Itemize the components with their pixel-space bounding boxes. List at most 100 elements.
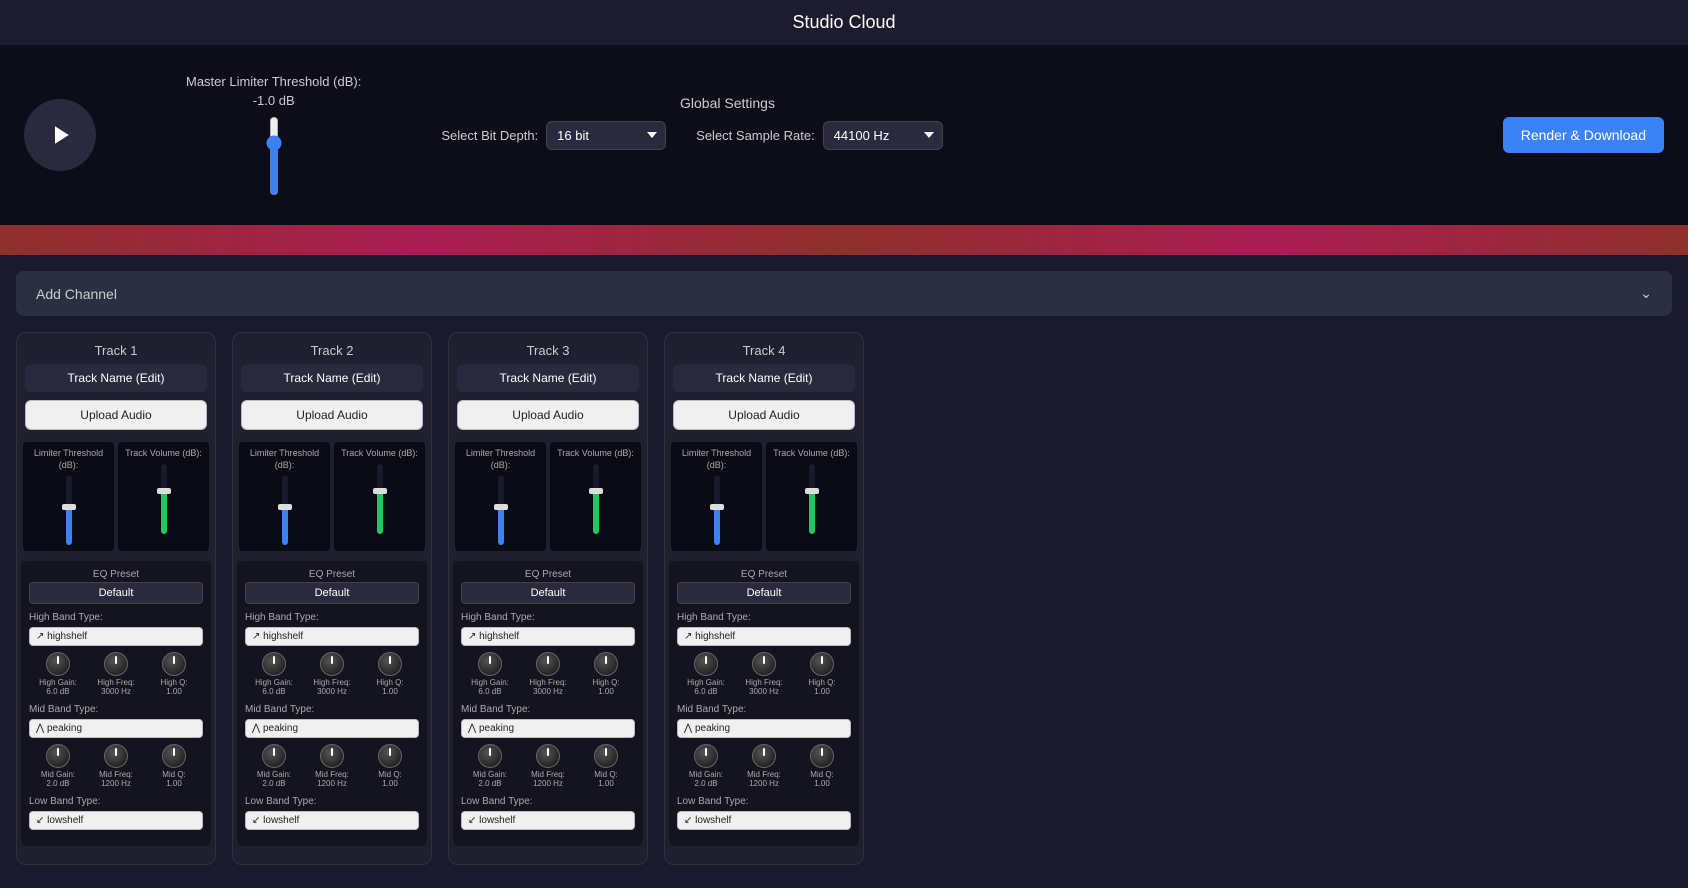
high-q-knob-3[interactable] xyxy=(594,652,618,676)
eq-preset-select-1[interactable]: Default Flat Boost Bass Boost Treble xyxy=(29,582,203,604)
mid-knobs-row-2 xyxy=(245,744,419,768)
track-name-btn-3[interactable]: Track Name (Edit) xyxy=(457,364,639,392)
bit-depth-select[interactable]: 16 bit 24 bit 32 bit xyxy=(546,121,666,150)
low-band-type-select-4[interactable]: ↙ lowshelf peaking lowpass xyxy=(677,811,851,830)
high-freq-label-3: High Freq:3000 Hz xyxy=(528,678,568,696)
mid-q-label-2: Mid Q:1.00 xyxy=(370,770,410,788)
high-gain-knob-4[interactable] xyxy=(694,652,718,676)
play-icon xyxy=(45,120,75,150)
mid-q-knob-2[interactable] xyxy=(378,744,402,768)
high-freq-label-2: High Freq:3000 Hz xyxy=(312,678,352,696)
master-limiter-slider[interactable] xyxy=(270,116,278,196)
mid-knobs-row-3 xyxy=(461,744,635,768)
low-band-type-select-3[interactable]: ↙ lowshelf peaking lowpass xyxy=(461,811,635,830)
eq-preset-select-3[interactable]: Default Flat Boost Bass Boost Treble xyxy=(461,582,635,604)
volume-fader-group-2: Track Volume (dB): xyxy=(334,442,425,551)
upload-audio-btn-1[interactable]: Upload Audio xyxy=(25,400,207,430)
limiter-fader-track-3 xyxy=(498,475,504,545)
mid-gain-knob-2[interactable] xyxy=(262,744,286,768)
mid-band-type-select-2[interactable]: ⋀ peaking highshelf lowshelf xyxy=(245,719,419,738)
mid-band-label-4: Mid Band Type: xyxy=(677,704,851,715)
mid-gain-knob-4[interactable] xyxy=(694,744,718,768)
mid-band-section-4: Mid Band Type: ⋀ peaking highshelf lowsh… xyxy=(677,704,851,788)
bit-depth-group: Select Bit Depth: 16 bit 24 bit 32 bit xyxy=(441,121,666,150)
mid-q-knob-4[interactable] xyxy=(810,744,834,768)
mid-knob-labels-1: Mid Gain:2.0 dB Mid Freq:1200 Hz Mid Q:1… xyxy=(29,770,203,788)
track-name-btn-4[interactable]: Track Name (Edit) xyxy=(673,364,855,392)
high-q-knob-4[interactable] xyxy=(810,652,834,676)
volume-fader-track-2 xyxy=(377,464,383,534)
limiter-fader-label-4: Limiter Threshold (dB): xyxy=(675,448,758,471)
high-q-label-1: High Q:1.00 xyxy=(154,678,194,696)
upload-audio-btn-2[interactable]: Upload Audio xyxy=(241,400,423,430)
high-freq-knob-4[interactable] xyxy=(752,652,776,676)
high-knob-labels-3: High Gain:6.0 dB High Freq:3000 Hz High … xyxy=(461,678,635,696)
high-band-type-select-1[interactable]: ↗ highshelf peaking highpass xyxy=(29,627,203,646)
mid-q-knob-3[interactable] xyxy=(594,744,618,768)
limiter-fader-group-2: Limiter Threshold (dB): xyxy=(239,442,330,551)
high-band-type-select-4[interactable]: ↗ highshelf peaking highpass xyxy=(677,627,851,646)
mid-freq-knob-3[interactable] xyxy=(536,744,560,768)
render-download-button[interactable]: Render & Download xyxy=(1503,117,1664,153)
master-limiter-group: Master Limiter Threshold (dB): -1.0 dB xyxy=(186,74,361,196)
title-bar: Studio Cloud xyxy=(0,0,1688,45)
high-knob-labels-1: High Gain:6.0 dB High Freq:3000 Hz High … xyxy=(29,678,203,696)
upload-audio-btn-4[interactable]: Upload Audio xyxy=(673,400,855,430)
mid-band-type-select-3[interactable]: ⋀ peaking highshelf lowshelf xyxy=(461,719,635,738)
track-panel-2: Track 2 Track Name (Edit) Upload Audio L… xyxy=(232,332,432,865)
eq-preset-select-2[interactable]: Default Flat Boost Bass Boost Treble xyxy=(245,582,419,604)
play-button[interactable] xyxy=(24,99,96,171)
track-name-btn-2[interactable]: Track Name (Edit) xyxy=(241,364,423,392)
low-band-type-select-1[interactable]: ↙ lowshelf peaking lowpass xyxy=(29,811,203,830)
high-band-type-select-3[interactable]: ↗ highshelf peaking highpass xyxy=(461,627,635,646)
faders-section-2: Limiter Threshold (dB): Track Volume (dB… xyxy=(233,440,431,553)
high-freq-knob-3[interactable] xyxy=(536,652,560,676)
eq-preset-label-1: EQ Preset xyxy=(29,569,203,580)
high-gain-knob-1[interactable] xyxy=(46,652,70,676)
mid-freq-knob-4[interactable] xyxy=(752,744,776,768)
add-channel-bar[interactable]: Add Channel ⌄ xyxy=(16,271,1672,316)
sample-rate-select[interactable]: 44100 Hz 48000 Hz 96000 Hz xyxy=(823,121,943,150)
mid-gain-label-2: Mid Gain:2.0 dB xyxy=(254,770,294,788)
mid-freq-knob-2[interactable] xyxy=(320,744,344,768)
mid-knob-labels-2: Mid Gain:2.0 dB Mid Freq:1200 Hz Mid Q:1… xyxy=(245,770,419,788)
high-gain-knob-3[interactable] xyxy=(478,652,502,676)
volume-fader-track-4 xyxy=(809,464,815,534)
high-knobs-row-4 xyxy=(677,652,851,676)
mid-q-knob-1[interactable] xyxy=(162,744,186,768)
eq-preset-select-4[interactable]: Default Flat Boost Bass Boost Treble xyxy=(677,582,851,604)
high-knobs-row-1 xyxy=(29,652,203,676)
eq-preset-label-4: EQ Preset xyxy=(677,569,851,580)
high-q-label-3: High Q:1.00 xyxy=(586,678,626,696)
faders-section-3: Limiter Threshold (dB): Track Volume (dB… xyxy=(449,440,647,553)
low-band-type-select-2[interactable]: ↙ lowshelf peaking lowpass xyxy=(245,811,419,830)
sample-rate-group: Select Sample Rate: 44100 Hz 48000 Hz 96… xyxy=(696,121,943,150)
mid-knobs-row-1 xyxy=(29,744,203,768)
high-band-label-2: High Band Type: xyxy=(245,612,419,623)
high-freq-knob-2[interactable] xyxy=(320,652,344,676)
high-band-type-select-2[interactable]: ↗ highshelf peaking highpass xyxy=(245,627,419,646)
high-band-label-1: High Band Type: xyxy=(29,612,203,623)
volume-fader-label-2: Track Volume (dB): xyxy=(341,448,418,460)
low-band-section-3: Low Band Type: ↙ lowshelf peaking lowpas… xyxy=(461,796,635,830)
high-q-knob-1[interactable] xyxy=(162,652,186,676)
high-freq-knob-1[interactable] xyxy=(104,652,128,676)
track-name-btn-1[interactable]: Track Name (Edit) xyxy=(25,364,207,392)
limiter-fader-group-3: Limiter Threshold (dB): xyxy=(455,442,546,551)
high-q-knob-2[interactable] xyxy=(378,652,402,676)
volume-fader-label-1: Track Volume (dB): xyxy=(125,448,202,460)
mid-gain-knob-3[interactable] xyxy=(478,744,502,768)
mid-band-type-select-4[interactable]: ⋀ peaking highshelf lowshelf xyxy=(677,719,851,738)
mid-freq-knob-1[interactable] xyxy=(104,744,128,768)
mid-band-type-select-1[interactable]: ⋀ peaking highshelf lowshelf xyxy=(29,719,203,738)
mid-gain-knob-1[interactable] xyxy=(46,744,70,768)
top-controls: Master Limiter Threshold (dB): -1.0 dB G… xyxy=(0,45,1688,225)
upload-audio-btn-3[interactable]: Upload Audio xyxy=(457,400,639,430)
mid-q-label-4: Mid Q:1.00 xyxy=(802,770,842,788)
mid-q-label-3: Mid Q:1.00 xyxy=(586,770,626,788)
high-gain-label-1: High Gain:6.0 dB xyxy=(38,678,78,696)
mid-band-section-2: Mid Band Type: ⋀ peaking highshelf lowsh… xyxy=(245,704,419,788)
limiter-fader-track-4 xyxy=(714,475,720,545)
high-gain-knob-2[interactable] xyxy=(262,652,286,676)
mid-band-section-1: Mid Band Type: ⋀ peaking highshelf lowsh… xyxy=(29,704,203,788)
